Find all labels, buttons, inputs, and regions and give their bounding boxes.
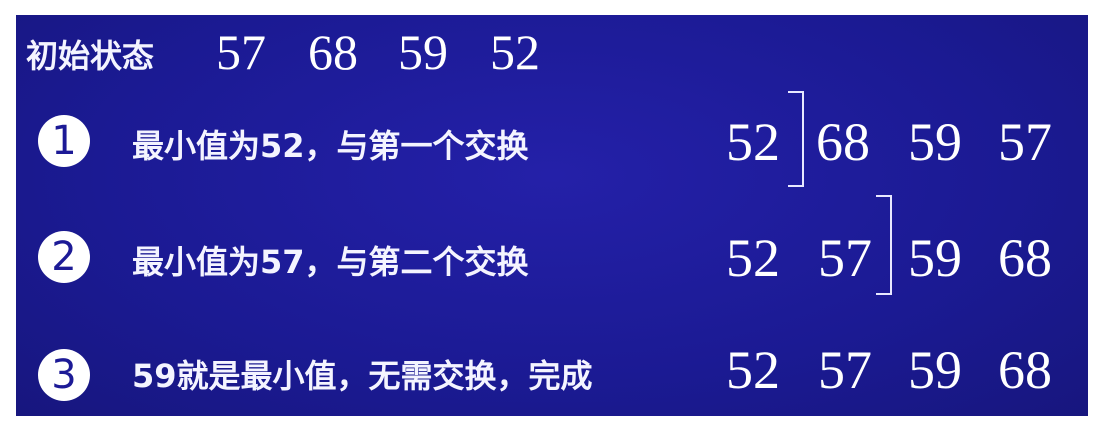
step-2-value-4: 68 xyxy=(998,228,1052,288)
step-1-value-1: 52 xyxy=(726,112,780,172)
step-2-value-2: 57 xyxy=(818,228,872,288)
step-2-text: 最小值为57，与第二个交换 xyxy=(132,243,529,281)
step-1-value-2: 68 xyxy=(816,112,870,172)
selection-sort-panel: 初始状态 57 68 59 52 1 最小值为52，与第一个交换 52 68 5… xyxy=(16,15,1088,416)
initial-value-4: 52 xyxy=(490,24,540,80)
step-1-value-3: 59 xyxy=(908,112,962,172)
step-2-marker: 2 xyxy=(38,231,90,283)
step-1-sorted-bracket xyxy=(788,91,804,187)
step-3-value-3: 59 xyxy=(908,340,962,400)
step-2-value-3: 59 xyxy=(908,228,962,288)
step-3-text: 59就是最小值，无需交换，完成 xyxy=(132,357,593,395)
step-2-value-1: 52 xyxy=(726,228,780,288)
initial-state-label: 初始状态 xyxy=(26,37,155,75)
step-3-value-1: 52 xyxy=(726,340,780,400)
initial-value-1: 57 xyxy=(216,24,266,80)
step-1-marker: 1 xyxy=(38,115,90,167)
step-3-value-2: 57 xyxy=(818,340,872,400)
step-3-value-4: 68 xyxy=(998,340,1052,400)
step-2-sorted-bracket xyxy=(876,195,892,295)
step-1-text: 最小值为52，与第一个交换 xyxy=(132,127,529,165)
initial-value-3: 59 xyxy=(398,24,448,80)
step-1-value-4: 57 xyxy=(998,112,1052,172)
step-3-marker: 3 xyxy=(38,349,90,401)
initial-value-2: 68 xyxy=(308,24,358,80)
